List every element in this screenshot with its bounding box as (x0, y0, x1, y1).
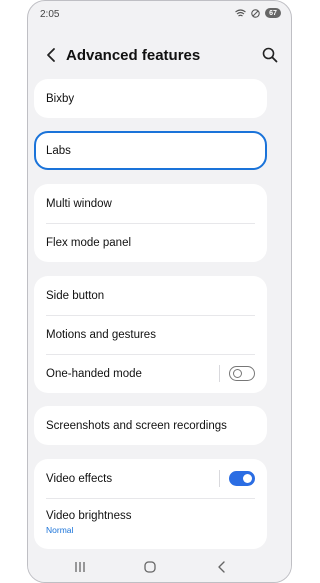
multi-window-label: Multi window (46, 197, 112, 210)
do-not-disturb-icon (251, 8, 260, 18)
battery-icon: 67 (265, 8, 281, 18)
video-effects-toggle[interactable] (229, 471, 255, 486)
video-effects-label: Video effects (46, 472, 113, 485)
bixby-item[interactable]: Bixby (34, 79, 267, 118)
app-header: Advanced features (28, 37, 291, 73)
one-handed-mode-label: One-handed mode (46, 367, 142, 380)
video-effects-item[interactable]: Video effects (34, 459, 267, 498)
screenshots-item[interactable]: Screenshots and screen recordings (34, 406, 267, 445)
one-handed-mode-item[interactable]: One-handed mode (34, 354, 267, 393)
page-title: Advanced features (66, 47, 201, 64)
side-button-label: Side button (46, 289, 105, 302)
search-icon[interactable] (261, 46, 279, 64)
bixby-card: Bixby (34, 79, 267, 118)
video-brightness-item[interactable]: Video brightness Normal (34, 498, 267, 546)
side-button-item[interactable]: Side button (34, 276, 267, 315)
labs-label: Labs (46, 144, 71, 157)
labs-card: Labs (34, 131, 267, 170)
recents-icon[interactable] (72, 559, 88, 575)
one-handed-mode-toggle[interactable] (229, 366, 255, 381)
status-time: 2:05 (40, 9, 60, 20)
flex-mode-panel-item[interactable]: Flex mode panel (34, 223, 267, 262)
wifi-icon (235, 8, 246, 16)
video-brightness-label: Video brightness (46, 509, 132, 522)
video-brightness-value: Normal (46, 524, 74, 535)
home-icon[interactable] (142, 559, 158, 575)
phone-frame: 2:05 67 Advanced features Bixby Labs Mul… (27, 0, 292, 583)
divider (219, 365, 220, 382)
divider (219, 470, 220, 487)
back-icon[interactable] (214, 559, 230, 575)
motions-gestures-item[interactable]: Motions and gestures (34, 315, 267, 354)
motions-gestures-label: Motions and gestures (46, 328, 156, 341)
status-icons: 67 (235, 8, 281, 18)
bixby-label: Bixby (46, 92, 75, 105)
multi-window-card: Multi window Flex mode panel (34, 184, 267, 262)
chevron-left-icon[interactable] (42, 45, 62, 65)
toggle-knob (243, 474, 252, 483)
flex-mode-panel-label: Flex mode panel (46, 236, 132, 249)
multi-window-item[interactable]: Multi window (34, 184, 267, 223)
screenshots-card: Screenshots and screen recordings (34, 406, 267, 445)
status-bar: 2:05 67 (28, 1, 291, 31)
navigation-bar (28, 552, 291, 582)
screenshots-label: Screenshots and screen recordings (46, 419, 227, 432)
toggle-knob (233, 368, 242, 378)
labs-item[interactable]: Labs (36, 133, 265, 168)
video-card: Video effects Video brightness Normal (34, 459, 267, 549)
side-button-card: Side button Motions and gestures One-han… (34, 276, 267, 393)
